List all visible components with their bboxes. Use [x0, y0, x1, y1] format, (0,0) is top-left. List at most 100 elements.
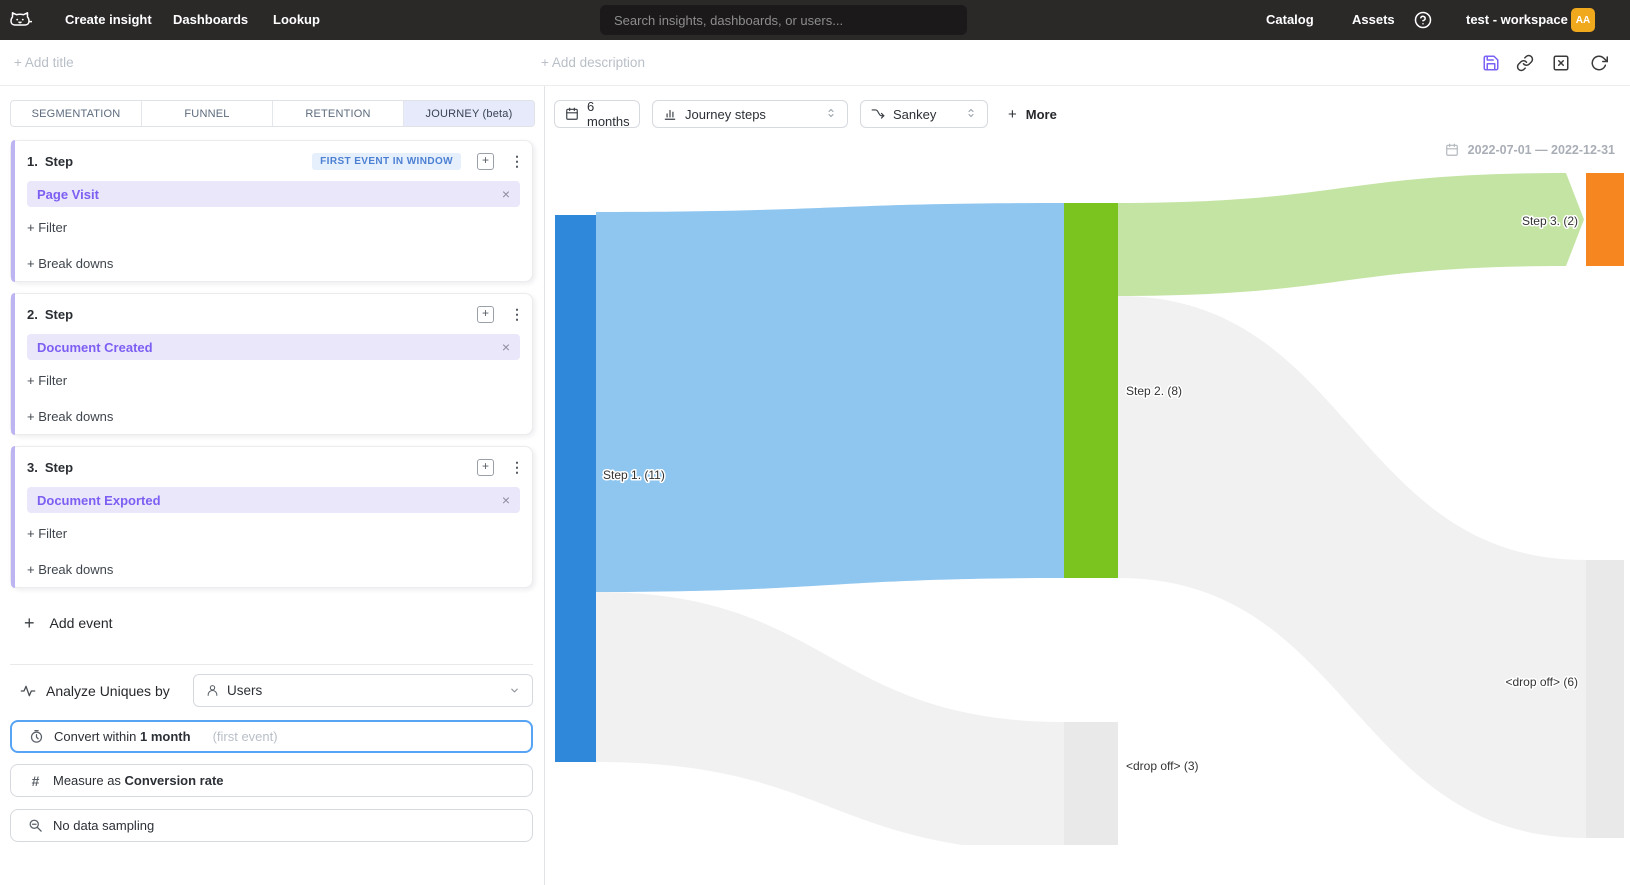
- sankey-chart: Step 1. (11)Step 2. (8)Step 3. (2)<drop …: [546, 140, 1630, 845]
- card-accent-bar: [11, 140, 15, 282]
- insight-title-bar: + Add title + Add description: [0, 40, 1630, 86]
- event-pill[interactable]: Document Exported ×: [27, 487, 520, 513]
- sankey-node-label-step2: Step 2. (8): [1126, 384, 1182, 398]
- select-updown-icon: [965, 107, 977, 121]
- event-pill-label: Page Visit: [37, 187, 99, 202]
- clear-insight-icon[interactable]: [1552, 54, 1570, 72]
- calendar-icon: [565, 107, 579, 121]
- step-title: Step: [45, 307, 73, 322]
- analyze-row: Analyze Uniques by Users: [20, 674, 533, 707]
- sankey-link-step2-step3[interactable]: [1118, 173, 1584, 296]
- chart-pane: 6 months Journey steps Sankey: [546, 86, 1630, 885]
- sankey-link-step1-dropoff1[interactable]: [596, 592, 1064, 845]
- step-title: Step: [45, 154, 73, 169]
- sankey-link-step1-step2[interactable]: [596, 203, 1064, 592]
- step-card-3: 3. Step + ⋮ Document Exported × + Filter…: [10, 446, 533, 588]
- add-filter-link[interactable]: + Filter: [27, 373, 67, 388]
- journey-view-select[interactable]: Journey steps: [652, 100, 848, 128]
- sankey-node-dropoff1[interactable]: [1064, 722, 1118, 845]
- add-filter-link[interactable]: + Filter: [27, 220, 67, 235]
- event-pill-label: Document Exported: [37, 493, 161, 508]
- workspace-name[interactable]: test - workspace: [1466, 0, 1568, 40]
- remove-event-icon[interactable]: ×: [502, 186, 510, 202]
- nav-catalog[interactable]: Catalog: [1266, 0, 1314, 40]
- sankey-node-label-dropoff2: <drop off> (6): [1506, 675, 1579, 689]
- step-title: Step: [45, 460, 73, 475]
- sankey-node-step2[interactable]: [1064, 203, 1118, 578]
- person-icon: [206, 684, 219, 697]
- more-options-button[interactable]: + More: [1008, 106, 1057, 123]
- brand-cat-logo-icon[interactable]: [8, 8, 32, 32]
- step-menu-icon[interactable]: ⋮: [510, 306, 520, 323]
- convert-window-value: 1 month: [140, 729, 191, 744]
- remove-event-icon[interactable]: ×: [502, 492, 510, 508]
- top-navigation-bar: Create insight Dashboards Lookup Catalog…: [0, 0, 1630, 40]
- conversion-window-setting[interactable]: Convert within 1 month (first event): [10, 720, 533, 753]
- step-card-1: 1. Step FIRST EVENT IN WINDOW + ⋮ Page V…: [10, 140, 533, 282]
- add-event-button[interactable]: + Add event: [24, 608, 113, 638]
- measure-setting[interactable]: # Measure as Conversion rate: [10, 764, 533, 797]
- convert-text: Convert within 1 month: [54, 729, 191, 744]
- add-event-to-step-button[interactable]: +: [477, 459, 494, 476]
- sankey-node-step3[interactable]: [1586, 173, 1624, 266]
- activity-icon: [20, 683, 36, 699]
- nav-assets[interactable]: Assets: [1352, 0, 1395, 40]
- copy-link-icon[interactable]: [1516, 54, 1534, 72]
- sankey-icon: [871, 107, 885, 121]
- sankey-node-dropoff2[interactable]: [1586, 560, 1624, 838]
- remove-event-icon[interactable]: ×: [502, 339, 510, 355]
- tab-funnel[interactable]: FUNNEL: [142, 101, 273, 126]
- zoom-out-icon: [28, 818, 43, 833]
- step-card-2: 2. Step + ⋮ Document Created × + Filter …: [10, 293, 533, 435]
- sankey-node-label-step1: Step 1. (11): [603, 468, 665, 482]
- add-event-to-step-button[interactable]: +: [477, 306, 494, 323]
- first-event-badge: FIRST EVENT IN WINDOW: [312, 153, 461, 170]
- step-menu-icon[interactable]: ⋮: [510, 459, 520, 476]
- analyze-entity-value: Users: [227, 683, 262, 698]
- help-icon[interactable]: [1414, 11, 1432, 29]
- add-breakdown-link[interactable]: + Break downs: [27, 562, 113, 577]
- global-search-input[interactable]: [600, 5, 967, 35]
- card-accent-bar: [11, 446, 15, 588]
- tab-journey[interactable]: JOURNEY (beta): [404, 101, 534, 126]
- step-menu-icon[interactable]: ⋮: [510, 153, 520, 170]
- bar-chart-icon: [663, 107, 677, 121]
- measure-text: Measure as Conversion rate: [53, 773, 224, 788]
- add-breakdown-link[interactable]: + Break downs: [27, 409, 113, 424]
- clock-icon: [29, 729, 44, 744]
- hash-icon: #: [28, 773, 43, 789]
- step-number: 2.: [27, 307, 38, 322]
- sankey-node-label-dropoff1: <drop off> (3): [1126, 759, 1199, 773]
- event-pill[interactable]: Document Created ×: [27, 334, 520, 360]
- nav-dashboards[interactable]: Dashboards: [173, 0, 248, 40]
- analyze-label: Analyze Uniques by: [46, 683, 170, 699]
- chart-controls: 6 months Journey steps Sankey: [554, 100, 1057, 128]
- add-breakdown-link[interactable]: + Break downs: [27, 256, 113, 271]
- add-description-button[interactable]: + Add description: [541, 40, 645, 86]
- save-icon[interactable]: [1482, 54, 1500, 72]
- plus-icon: +: [1008, 106, 1017, 123]
- add-title-button[interactable]: + Add title: [14, 40, 74, 86]
- add-filter-link[interactable]: + Filter: [27, 526, 67, 541]
- tab-retention[interactable]: RETENTION: [273, 101, 404, 126]
- step-number: 3.: [27, 460, 38, 475]
- nav-create-insight[interactable]: Create insight: [65, 0, 152, 40]
- event-pill[interactable]: Page Visit ×: [27, 181, 520, 207]
- nav-lookup[interactable]: Lookup: [273, 0, 320, 40]
- time-period-button[interactable]: 6 months: [554, 100, 640, 128]
- insight-config-panel: SEGMENTATION FUNNEL RETENTION JOURNEY (b…: [0, 86, 545, 885]
- tab-segmentation[interactable]: SEGMENTATION: [11, 101, 142, 126]
- add-event-to-step-button[interactable]: +: [477, 153, 494, 170]
- event-pill-label: Document Created: [37, 340, 153, 355]
- sampling-label: No data sampling: [53, 818, 154, 833]
- panel-divider: [10, 664, 533, 665]
- sankey-link-step2-dropoff2[interactable]: [1118, 296, 1586, 838]
- measure-value: Conversion rate: [125, 773, 224, 788]
- chart-type-select[interactable]: Sankey: [860, 100, 988, 128]
- data-sampling-setting[interactable]: No data sampling: [10, 809, 533, 842]
- chevron-down-icon: [509, 685, 520, 696]
- user-avatar[interactable]: AA: [1571, 8, 1595, 32]
- sankey-node-step1[interactable]: [555, 215, 596, 762]
- analyze-entity-select[interactable]: Users: [193, 674, 533, 707]
- refresh-icon[interactable]: [1590, 54, 1608, 72]
